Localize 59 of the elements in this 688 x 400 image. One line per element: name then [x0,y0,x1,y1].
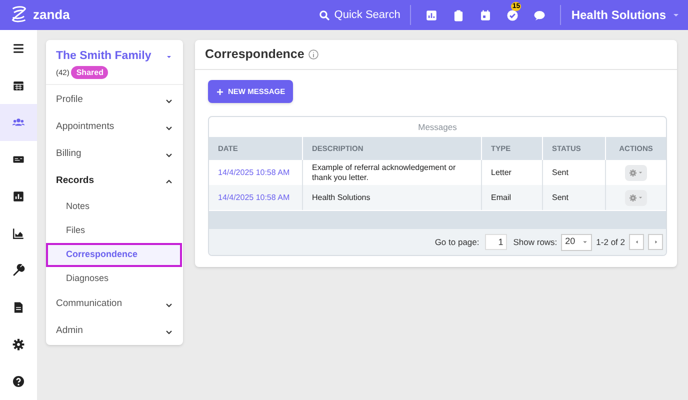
page-title: Correspondence [205,46,304,64]
table-cell: Health Solutions [303,185,482,210]
help-icon [12,375,25,388]
table-cell: Email [482,185,543,210]
brand-name: zanda [33,6,70,24]
gear-icon [629,194,637,202]
chevron-icon [165,124,173,132]
sidebar-item[interactable]: Billing [46,141,183,168]
table-caption: Messages [417,120,458,134]
sidebar-subitem[interactable]: Files [46,219,182,243]
sidebar-subitem[interactable]: Notes [46,195,182,219]
chevron-icon [165,178,173,186]
gear-icon [629,168,637,176]
caret-icon [672,11,680,19]
rows-label: Show rows: [513,236,558,248]
document-icon [12,301,25,314]
quick-search-button[interactable]: Quick Search [319,5,412,25]
sidebar-item[interactable]: Admin [46,318,183,345]
next-icon [652,239,658,245]
page-input[interactable]: 1 [485,234,508,250]
search-icon [319,10,330,20]
sidebar-subitem[interactable]: Correspondence [46,243,182,267]
actions-button[interactable] [625,164,647,180]
calendar-icon[interactable] [479,8,492,22]
chevron-icon [165,328,173,336]
goto-label: Go to page: [434,236,480,248]
chevron-icon [165,300,173,308]
previous-icon [634,239,640,245]
sidebar-item[interactable]: Communication [46,291,183,318]
clipboard-icon[interactable] [452,8,466,22]
logo-icon [9,5,29,25]
caret-icon [638,195,643,200]
sidebar-item[interactable]: Profile [46,87,183,114]
chat-icon[interactable] [533,8,546,22]
task-check-icon[interactable] [506,8,520,22]
page-range: 1-2 of 2 [596,236,625,248]
people-icon [12,116,25,129]
calendar-icon [12,79,25,92]
chevron-icon [165,96,173,104]
bar-chart-icon [12,190,25,203]
date-link[interactable]: 14/4/2025 10:58 AM [209,185,303,210]
chevron-icon [165,150,173,158]
caret-icon [638,170,643,175]
client-name[interactable]: The Smith Family [56,48,152,66]
sidebar-subitem[interactable]: Diagnoses [46,267,182,291]
plus-icon [216,88,224,96]
info-icon [308,49,320,60]
menu-icon [12,42,25,55]
report-icon[interactable] [425,8,438,22]
settings-icon [12,338,25,351]
caret-icon [582,239,588,245]
rows-select[interactable]: 20 [561,234,592,250]
shared-tag: Shared [71,66,108,80]
sidebar-item[interactable]: Records [46,168,183,195]
area-chart-icon [12,227,25,240]
table-cell: Sent [543,185,606,210]
account-menu[interactable]: Health Solutions [561,6,688,24]
actions-button[interactable] [625,190,647,206]
sidebar-item[interactable]: Appointments [46,114,183,141]
